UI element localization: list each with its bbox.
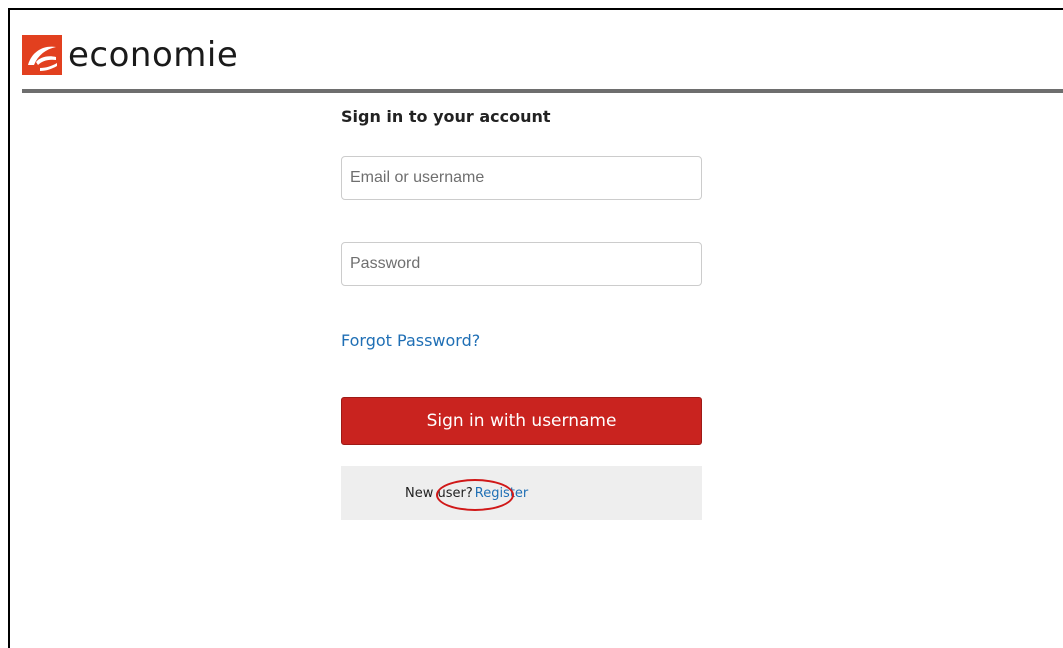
email-field[interactable] <box>341 156 702 200</box>
page-frame <box>8 8 1063 648</box>
economie-logo-icon <box>22 35 62 75</box>
register-panel: New user? Register <box>341 466 702 520</box>
register-link[interactable]: Register <box>475 486 529 501</box>
logo-text: economie <box>68 35 239 75</box>
password-field[interactable] <box>341 242 702 286</box>
login-form: Sign in to your account Forgot Password?… <box>341 106 702 520</box>
header: economie <box>10 10 1060 90</box>
forgot-password-link[interactable]: Forgot Password? <box>341 331 480 350</box>
sign-in-button[interactable]: Sign in with username <box>341 397 702 445</box>
header-divider <box>22 89 1063 93</box>
logo[interactable]: economie <box>22 35 238 75</box>
new-user-text: New user? <box>405 485 473 501</box>
page-title: Sign in to your account <box>341 107 551 126</box>
